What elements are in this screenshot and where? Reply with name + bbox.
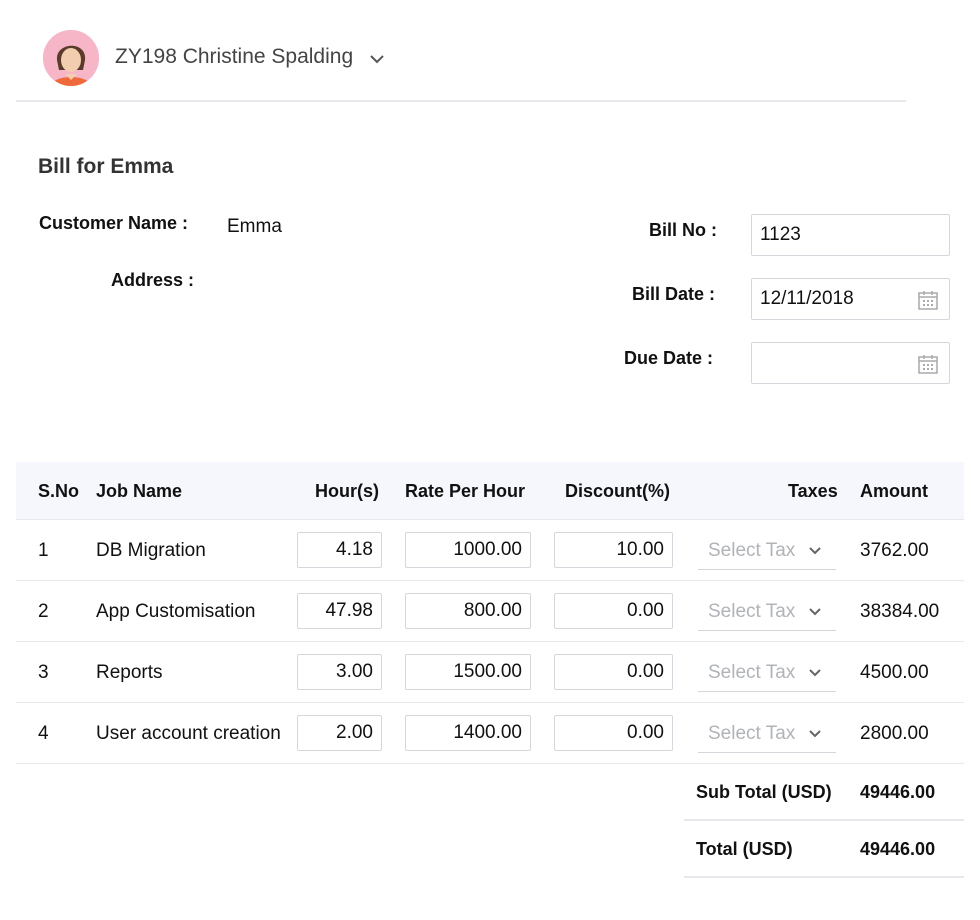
avatar[interactable] xyxy=(43,30,99,86)
customer-name-value: Emma xyxy=(227,216,282,237)
col-rate: Rate Per Hour xyxy=(405,481,526,501)
tax-select[interactable]: Select Tax xyxy=(698,534,836,570)
rate-input[interactable]: 1400.00 xyxy=(405,715,531,751)
row-job-name: DB Migration xyxy=(96,540,206,561)
row-job-name: App Customisation xyxy=(96,601,256,622)
row-amount: 2800.00 xyxy=(860,723,929,744)
tax-select[interactable]: Select Tax xyxy=(698,595,836,631)
row-sno: 1 xyxy=(38,540,49,561)
tax-select-placeholder: Select Tax xyxy=(708,540,796,561)
chevron-down-icon xyxy=(809,547,821,555)
hours-input[interactable]: 2.00 xyxy=(297,715,382,751)
row-job-name: Reports xyxy=(96,662,163,683)
chevron-down-icon xyxy=(809,730,821,738)
col-job-name: Job Name xyxy=(96,481,183,501)
tax-select[interactable]: Select Tax xyxy=(698,656,836,692)
top-bar: ZY198 Christine Spalding xyxy=(16,0,906,102)
col-amount: Amount xyxy=(860,481,928,501)
hours-input[interactable]: 47.98 xyxy=(297,593,382,629)
tax-select-placeholder: Select Tax xyxy=(708,723,796,744)
total-row: Total (USD) 49446.00 xyxy=(684,822,964,878)
subtotal-value: 49446.00 xyxy=(860,782,936,802)
due-date-field[interactable] xyxy=(751,342,950,384)
table-header: S.No Job Name Hour(s) Rate Per Hour Disc… xyxy=(16,462,964,520)
chevron-down-icon xyxy=(809,669,821,677)
bill-title: Bill for Emma xyxy=(38,155,174,178)
subtotal-label: Sub Total (USD) xyxy=(696,782,832,802)
due-date-label: Due Date : xyxy=(624,348,714,368)
discount-input[interactable]: 10.00 xyxy=(554,532,673,568)
table-row: 3 Reports 3.00 1500.00 0.00 Select Tax 4… xyxy=(16,642,964,703)
customer-name-label: Customer Name : xyxy=(39,213,189,233)
tax-select[interactable]: Select Tax xyxy=(698,717,836,753)
bill-date-label: Bill Date : xyxy=(632,284,716,304)
address-label: Address : xyxy=(111,270,195,290)
col-discount: Discount(%) xyxy=(565,481,670,501)
bill-date-value: 12/11/2018 xyxy=(760,288,854,309)
col-taxes: Taxes xyxy=(788,481,838,501)
row-sno: 4 xyxy=(38,723,49,744)
rate-input[interactable]: 1000.00 xyxy=(405,532,531,568)
rate-input[interactable]: 800.00 xyxy=(405,593,531,629)
tax-select-placeholder: Select Tax xyxy=(708,601,796,622)
user-name[interactable]: ZY198 Christine Spalding xyxy=(115,45,353,69)
rate-input[interactable]: 1500.00 xyxy=(405,654,531,690)
discount-input[interactable]: 0.00 xyxy=(554,715,673,751)
calendar-icon[interactable] xyxy=(917,353,939,375)
row-amount: 4500.00 xyxy=(860,662,929,683)
col-hours: Hour(s) xyxy=(315,481,379,501)
subtotal-row: Sub Total (USD) 49446.00 xyxy=(684,765,964,821)
table-row: 2 App Customisation 47.98 800.00 0.00 Se… xyxy=(16,581,964,642)
avatar-image xyxy=(43,30,99,86)
row-amount: 3762.00 xyxy=(860,540,929,561)
calendar-icon[interactable] xyxy=(917,289,939,311)
hours-input[interactable]: 3.00 xyxy=(297,654,382,690)
hours-input[interactable]: 4.18 xyxy=(297,532,382,568)
discount-input[interactable]: 0.00 xyxy=(554,654,673,690)
row-job-name: User account creation xyxy=(96,723,281,744)
tax-select-placeholder: Select Tax xyxy=(708,662,796,683)
bill-no-label: Bill No : xyxy=(649,220,717,240)
chevron-down-icon xyxy=(809,608,821,616)
chevron-down-icon[interactable] xyxy=(368,52,386,66)
col-sno: S.No xyxy=(38,481,80,501)
bill-date-field[interactable]: 12/11/2018 xyxy=(751,278,950,320)
table-row: 1 DB Migration 4.18 1000.00 10.00 Select… xyxy=(16,520,964,581)
total-label: Total (USD) xyxy=(696,839,793,859)
discount-input[interactable]: 0.00 xyxy=(554,593,673,629)
row-sno: 2 xyxy=(38,601,49,622)
row-sno: 3 xyxy=(38,662,49,683)
table-row: 4 User account creation 2.00 1400.00 0.0… xyxy=(16,703,964,764)
bill-no-value: 1123 xyxy=(760,224,801,245)
total-value: 49446.00 xyxy=(860,839,936,859)
row-amount: 38384.00 xyxy=(860,601,940,622)
bill-no-field[interactable]: 1123 xyxy=(751,214,950,256)
